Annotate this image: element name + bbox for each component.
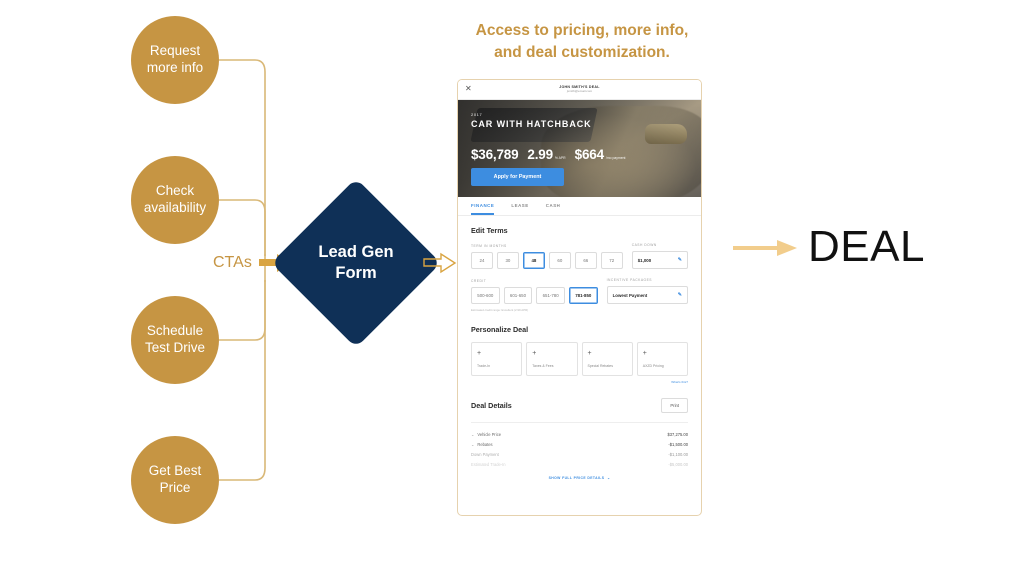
cta-circle-label: Request more info (146, 43, 204, 75)
apply-for-payment-button[interactable]: Apply for Payment (471, 168, 564, 186)
apr-unit: % APR (554, 156, 566, 160)
plus-icon: + (587, 350, 592, 357)
cta-circle-label: Check availability (143, 183, 207, 215)
personalize-card-trade-in[interactable]: + Trade-In (471, 342, 523, 376)
cta-circle-get-best-price[interactable]: Get Best Price (131, 436, 219, 524)
deal-details-row-value: -$5,000.00 (668, 461, 688, 467)
apr-value: 2.99 (527, 147, 553, 162)
personalize-deal-title: Personalize Deal (471, 325, 529, 334)
edit-terms-section: Edit Terms TERM IN MONTHS 24 30 48 60 66… (458, 216, 701, 312)
term-chip[interactable]: 30 (496, 252, 519, 269)
show-full-price-details-link[interactable]: SHOW FULL PRICE DETAILS ⌄ (471, 476, 688, 480)
chevron-down-icon[interactable]: ⌄ (471, 432, 474, 437)
chevron-down-icon[interactable]: ⌄ (471, 442, 474, 447)
tab-cash[interactable]: CASH (546, 203, 561, 215)
cash-down-value: $1,000 (637, 257, 652, 263)
show-full-price-details-label: SHOW FULL PRICE DETAILS (548, 476, 605, 480)
app-topbar: ✕ JOHN SMITH'S DEAL jsmith@email.com (458, 80, 701, 100)
vehicle-price: $36,789 (471, 147, 519, 162)
vehicle-hero: 2017 CAR WITH HATCHBACK $36,789 2.99% AP… (458, 100, 701, 197)
deal-details-title: Deal Details (471, 401, 512, 410)
personalize-card-label: Trade-In (477, 364, 491, 368)
deal-details-row[interactable]: ⌄ Vehicle Price $37,275.00 (471, 429, 688, 439)
arrow-form-to-app-icon (423, 252, 457, 274)
term-chip[interactable]: 72 (600, 252, 623, 269)
deal-details-row-value: -$1,100.00 (668, 451, 688, 457)
cta-circle-request-more-info[interactable]: Request more info (131, 16, 219, 104)
personalize-card-special-rebates[interactable]: + Special Rebates (581, 342, 633, 376)
deal-details-row-value: -$1,500.00 (668, 441, 688, 447)
deal-details-row-label: Estimated Trade-In (471, 461, 506, 467)
credit-chip-selected[interactable]: 781-850 (568, 287, 598, 304)
divider (471, 422, 688, 423)
cta-circle-label: Get Best Price (148, 463, 202, 495)
term-chip[interactable]: 60 (548, 252, 571, 269)
pencil-icon[interactable]: ✎ (678, 257, 682, 263)
personalize-card-label: AXZD Pricing (642, 364, 664, 368)
cash-down-field[interactable]: $1,000 ✎ (631, 251, 688, 269)
edit-terms-title: Edit Terms (471, 226, 508, 235)
close-icon[interactable]: ✕ (465, 85, 472, 93)
cta-circle-schedule-test-drive[interactable]: Schedule Test Drive (131, 296, 219, 384)
cta-circle-check-availability[interactable]: Check availability (131, 156, 219, 244)
term-chip[interactable]: 66 (574, 252, 597, 269)
credit-chip[interactable]: 500-600 (471, 287, 500, 304)
deal-app-mockup: ✕ JOHN SMITH'S DEAL jsmith@email.com 201… (457, 79, 702, 516)
incentive-packages-label: INCENTIVE PACKAGES (606, 278, 653, 282)
deal-details-row-label: Down Payment (471, 451, 499, 457)
chevron-down-icon: ⌄ (605, 476, 611, 480)
vehicle-year: 2017 (471, 112, 483, 117)
pricing-summary: $36,789 2.99% APR $664/mo payment (471, 146, 625, 164)
vehicle-title-block: 2017 CAR WITH HATCHBACK (471, 112, 592, 129)
personalize-deal-section: Personalize Deal + Trade-In + Taxes & Fe… (458, 312, 701, 384)
tab-lease[interactable]: LEASE (511, 203, 528, 215)
deal-owner-email: jsmith@email.com (566, 88, 593, 93)
personalize-card-axzd-pricing[interactable]: + AXZD Pricing (636, 342, 688, 376)
term-in-months-label: TERM IN MONTHS (471, 244, 507, 248)
deal-details-row-value: $37,275.00 (667, 431, 689, 437)
term-chip-group: 24 30 48 60 66 72 (471, 252, 623, 269)
plus-icon: + (532, 350, 537, 357)
credit-chip-group: 500-600 601-650 651-780 781-850 (471, 287, 598, 304)
plus-icon: + (642, 350, 647, 357)
deal-details-row[interactable]: Down Payment -$1,100.00 (471, 449, 688, 459)
print-button[interactable]: Print (661, 398, 688, 413)
slide-canvas: Request more info Check availability Sched… (0, 0, 1024, 562)
deal-details-row[interactable]: Estimated Trade-In -$5,000.00 (471, 459, 688, 469)
credit-label: CREDIT (471, 279, 487, 283)
personalize-card-label: Special Rebates (587, 364, 614, 368)
deal-details-row[interactable]: ⌄ Rebates -$1,500.00 (471, 439, 688, 449)
deal-outcome-label: DEAL (808, 222, 925, 271)
personalize-card-group: + Trade-In + Taxes & Fees + Special Reba… (471, 342, 688, 376)
lead-gen-form-label: Lead Gen Form (318, 243, 394, 282)
incentive-package-value: Lowest Payment (612, 292, 648, 298)
pencil-icon[interactable]: ✎ (678, 292, 682, 298)
incentive-package-field[interactable]: Lowest Payment ✎ (606, 286, 688, 304)
deal-details-section: Deal Details Print ⌄ Vehicle Price $37,27… (458, 384, 701, 480)
cash-down-label: CASH DOWN (631, 243, 657, 247)
vehicle-model: CAR WITH HATCHBACK (471, 119, 592, 129)
deal-details-row-label: Rebates (477, 441, 493, 447)
arrow-to-deal-icon (733, 240, 797, 256)
finance-tabs: FINANCE LEASE CASH (458, 197, 701, 216)
term-chip-selected[interactable]: 48 (522, 252, 545, 269)
credit-chip[interactable]: 651-780 (536, 287, 565, 304)
term-chip[interactable]: 24 (471, 252, 493, 269)
deal-owner: JOHN SMITH'S DEAL jsmith@email.com (559, 85, 599, 93)
deal-details-header: Deal Details Print (471, 398, 688, 413)
personalize-card-label: Taxes & Fees (532, 364, 554, 368)
personalize-card-taxes-fees[interactable]: + Taxes & Fees (526, 342, 578, 376)
page-title: Access to pricing, more info, and deal cu… (475, 22, 689, 62)
credit-chip[interactable]: 601-650 (503, 287, 533, 304)
tab-finance[interactable]: FINANCE (471, 203, 495, 215)
ctas-label: CTAs (213, 254, 252, 271)
monthly-payment: $664 (574, 147, 604, 162)
plus-icon: + (477, 350, 482, 357)
cta-circle-label: Schedule Test Drive (144, 323, 205, 355)
deal-details-row-label: Vehicle Price (477, 431, 502, 437)
monthly-payment-unit: /mo payment (605, 156, 626, 160)
